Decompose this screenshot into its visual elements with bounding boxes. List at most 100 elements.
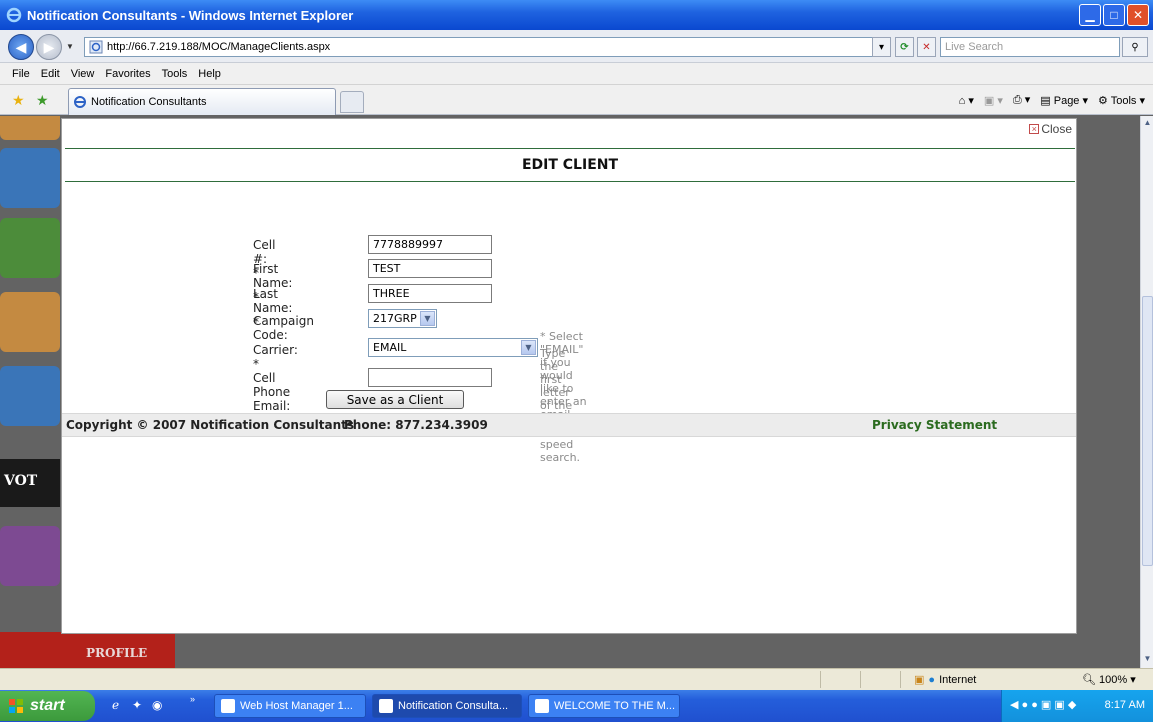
window-title: Notification Consultants - Windows Inter…	[27, 7, 354, 23]
campaign-code-select[interactable]: 217GRP ▼	[368, 309, 437, 328]
background-image	[0, 292, 60, 352]
background-image	[0, 218, 60, 278]
scroll-up-icon[interactable]: ▲	[1142, 118, 1153, 130]
command-bar: ⌂ ▾ ▣ ▾ ⎙ ▾ ▤ Page ▾ ⚙ Tools ▾	[959, 93, 1145, 107]
tab-bar: ★ ★ Notification Consultants ⌂ ▾ ▣ ▾ ⎙ ▾…	[0, 85, 1153, 115]
zoom-icon: 🔍︎	[1082, 674, 1096, 686]
background-profile-image: PROFILE	[0, 632, 175, 668]
campaign-code-label: Campaign Code:	[253, 314, 314, 342]
page-icon	[89, 40, 103, 54]
menu-file[interactable]: File	[12, 68, 30, 80]
security-zone[interactable]: ▣ ● Internet	[914, 673, 977, 687]
history-dropdown-icon[interactable]: ▼	[66, 42, 74, 51]
chevron-down-icon: ▼	[521, 340, 536, 355]
first-name-input[interactable]: TEST	[368, 259, 492, 278]
taskbar-item[interactable]: Notification Consulta...	[372, 694, 522, 718]
menu-tools[interactable]: Tools	[162, 68, 188, 80]
modal-close-label: Close	[1041, 122, 1072, 136]
new-tab-button[interactable]	[340, 91, 364, 113]
background-image	[0, 148, 60, 208]
system-tray: ◀ ● ● ▣ ▣ ◆ 8:17 AM	[1001, 690, 1153, 722]
carrier-select[interactable]: EMAIL ▼	[368, 338, 538, 357]
modal-title: EDIT CLIENT	[65, 148, 1075, 182]
favorites-star-icon[interactable]: ★	[12, 92, 25, 109]
zone-label: Internet	[939, 673, 977, 686]
modal-footer: Copyright © 2007 Notification Consultant…	[62, 413, 1076, 437]
background-image	[0, 526, 60, 586]
stop-icon[interactable]: ✕	[917, 37, 936, 57]
clock: 8:17 AM	[1104, 699, 1145, 711]
start-label: start	[30, 697, 65, 714]
url-text: http://66.7.219.188/MOC/ManageClients.as…	[107, 41, 331, 53]
quicklaunch-ie-icon[interactable]: ℯ	[112, 698, 119, 712]
taskbar-item-label: Notification Consulta...	[398, 700, 509, 712]
carrier-value: EMAIL	[373, 341, 407, 354]
status-divider	[820, 671, 821, 688]
background-image	[0, 116, 60, 140]
taskbar-item[interactable]: Web Host Manager 1...	[214, 694, 366, 718]
add-favorites-icon[interactable]: ★	[36, 92, 49, 109]
background-image	[0, 366, 60, 426]
page-scrollbar[interactable]: ▲ ▼	[1140, 116, 1153, 668]
lock-icon: ▣	[914, 674, 925, 686]
url-dropdown-icon[interactable]: ▾	[872, 37, 891, 57]
menu-edit[interactable]: Edit	[41, 68, 60, 80]
window-title-bar: Notification Consultants - Windows Inter…	[0, 0, 1153, 30]
refresh-icon[interactable]: ⟳	[895, 37, 914, 57]
quicklaunch-expand-icon[interactable]: »	[190, 694, 195, 704]
background-vote-image: VOT	[0, 459, 60, 507]
start-button[interactable]: start	[0, 691, 95, 721]
tab-notification-consultants[interactable]: Notification Consultants	[68, 88, 336, 115]
search-icon[interactable]: ⚲	[1122, 37, 1148, 57]
scroll-down-icon[interactable]: ▼	[1142, 654, 1153, 666]
back-button[interactable]: ◀	[8, 34, 34, 60]
zoom-level: 100%	[1099, 674, 1128, 686]
page-content: VOT PROFILE × Close EDIT CLIENT Cell #: …	[0, 116, 1140, 668]
forward-button[interactable]: ▶	[36, 34, 62, 60]
menu-help[interactable]: Help	[198, 68, 221, 80]
feeds-icon[interactable]: ▣ ▾	[984, 94, 1003, 107]
carrier-hint-2: Type the first letter of the carrier to …	[540, 347, 581, 464]
address-toolbar: ◀ ▶ ▼ http://66.7.219.188/MOC/ManageClie…	[0, 30, 1153, 63]
taskbar: start ℯ ✦ ◉ » Web Host Manager 1... Noti…	[0, 690, 1153, 722]
print-icon[interactable]: ⎙ ▾	[1013, 93, 1030, 107]
url-field[interactable]: http://66.7.219.188/MOC/ManageClients.as…	[84, 37, 888, 57]
scrollbar-thumb[interactable]	[1142, 296, 1153, 566]
copyright-text: Copyright © 2007 Notification Consultant…	[66, 418, 354, 432]
menu-bar: File Edit View Favorites Tools Help	[0, 63, 1153, 85]
menu-view[interactable]: View	[71, 68, 95, 80]
search-placeholder: Live Search	[945, 41, 1004, 53]
ie-logo-icon	[74, 96, 86, 108]
taskbar-item-label: WELCOME TO THE M...	[554, 700, 676, 712]
maximize-button[interactable]: □	[1103, 4, 1125, 26]
close-window-button[interactable]: ✕	[1127, 4, 1149, 26]
tray-icons[interactable]: ◀ ● ● ▣ ▣ ◆	[1010, 698, 1076, 711]
menu-favorites[interactable]: Favorites	[105, 68, 150, 80]
search-input[interactable]: Live Search	[940, 37, 1120, 57]
campaign-code-value: 217GRP	[373, 312, 417, 325]
cell-phone-email-input[interactable]	[368, 368, 492, 387]
close-icon: ×	[1029, 124, 1040, 134]
ie-logo-icon	[221, 699, 235, 713]
page-menu[interactable]: ▤ Page ▾	[1040, 94, 1088, 107]
edit-client-modal: × Close EDIT CLIENT Cell #: * 7778889997…	[61, 118, 1077, 634]
carrier-label: Carrier: *	[253, 343, 298, 371]
document-icon	[535, 699, 549, 713]
quicklaunch-icon[interactable]: ◉	[152, 698, 162, 712]
tab-label: Notification Consultants	[91, 96, 207, 108]
modal-close-button[interactable]: × Close	[1029, 122, 1072, 136]
quicklaunch-icon[interactable]: ✦	[132, 698, 142, 712]
status-divider	[900, 671, 901, 688]
tools-menu[interactable]: ⚙ Tools ▾	[1098, 94, 1145, 107]
tools-menu-label: Tools	[1110, 94, 1137, 107]
taskbar-item[interactable]: WELCOME TO THE M...	[528, 694, 680, 718]
save-client-button[interactable]: Save as a Client	[326, 390, 464, 409]
cell-number-input[interactable]: 7778889997	[368, 235, 492, 254]
last-name-input[interactable]: THREE	[368, 284, 492, 303]
status-divider	[860, 671, 861, 688]
minimize-button[interactable]: ▁	[1079, 4, 1101, 26]
zoom-control[interactable]: 🔍︎ 100% ▾	[1082, 673, 1136, 686]
chevron-down-icon: ▼	[420, 311, 435, 326]
home-icon[interactable]: ⌂ ▾	[959, 94, 974, 107]
privacy-statement-link[interactable]: Privacy Statement	[872, 418, 997, 432]
